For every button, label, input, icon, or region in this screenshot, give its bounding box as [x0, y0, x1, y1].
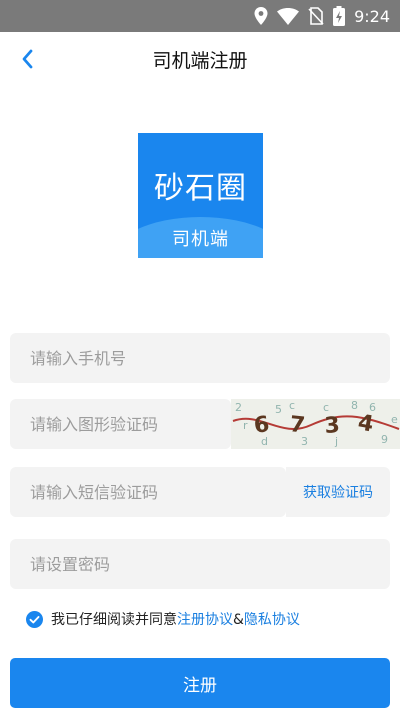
captcha-field: [10, 399, 231, 449]
captcha-input[interactable]: [10, 399, 231, 449]
svg-text:9: 9: [381, 433, 388, 446]
check-icon: [29, 615, 40, 623]
svg-text:5: 5: [275, 403, 282, 416]
agreement-row: 我已仔细阅读并同意注册协议&隐私协议: [26, 608, 300, 630]
page-title: 司机端注册: [152, 50, 248, 72]
app-logo: 砂石圈 司机端: [138, 133, 263, 258]
svg-text:2: 2: [235, 401, 242, 414]
captcha-image[interactable]: 2dc c86 9rj 3e5 6 7 3 4: [231, 399, 400, 449]
captcha-char-1: 6: [252, 412, 271, 439]
nav-bar: 司机端注册: [0, 32, 400, 86]
status-icons: 9:24: [254, 0, 390, 32]
password-input[interactable]: [10, 539, 390, 589]
svg-text:e: e: [391, 413, 398, 426]
captcha-char-3: 3: [324, 413, 341, 439]
register-button[interactable]: 注册: [10, 658, 390, 708]
get-sms-code-button[interactable]: 获取验证码: [286, 467, 390, 517]
svg-text:c: c: [323, 401, 329, 414]
svg-text:r: r: [243, 419, 248, 432]
status-bar: 9:24: [0, 0, 400, 32]
svg-text:c: c: [289, 399, 295, 412]
no-sim-icon: [308, 7, 324, 25]
password-field: [10, 539, 390, 589]
captcha-char-4: 4: [356, 410, 375, 437]
agreement-checkbox[interactable]: [26, 610, 43, 628]
agreement-prefix: 我已仔细阅读并同意: [51, 612, 177, 628]
agreement-text: 我已仔细阅读并同意注册协议&隐私协议: [51, 609, 300, 629]
terms-link[interactable]: 注册协议: [177, 612, 233, 628]
location-icon: [254, 7, 268, 25]
logo-sub-text: 司机端: [172, 229, 229, 250]
battery-charging-icon: [333, 6, 346, 26]
phone-field: [10, 333, 390, 383]
logo-main-text: 砂石圈: [154, 171, 247, 206]
privacy-link[interactable]: 隐私协议: [244, 612, 300, 628]
wifi-icon: [277, 7, 300, 25]
captcha-char-2: 7: [288, 412, 306, 438]
phone-input[interactable]: [10, 333, 390, 383]
agreement-separator: &: [233, 612, 244, 628]
svg-text:8: 8: [351, 399, 358, 412]
status-time: 9:24: [354, 6, 390, 26]
sms-code-input[interactable]: [10, 467, 286, 517]
sms-code-field: [10, 467, 286, 517]
